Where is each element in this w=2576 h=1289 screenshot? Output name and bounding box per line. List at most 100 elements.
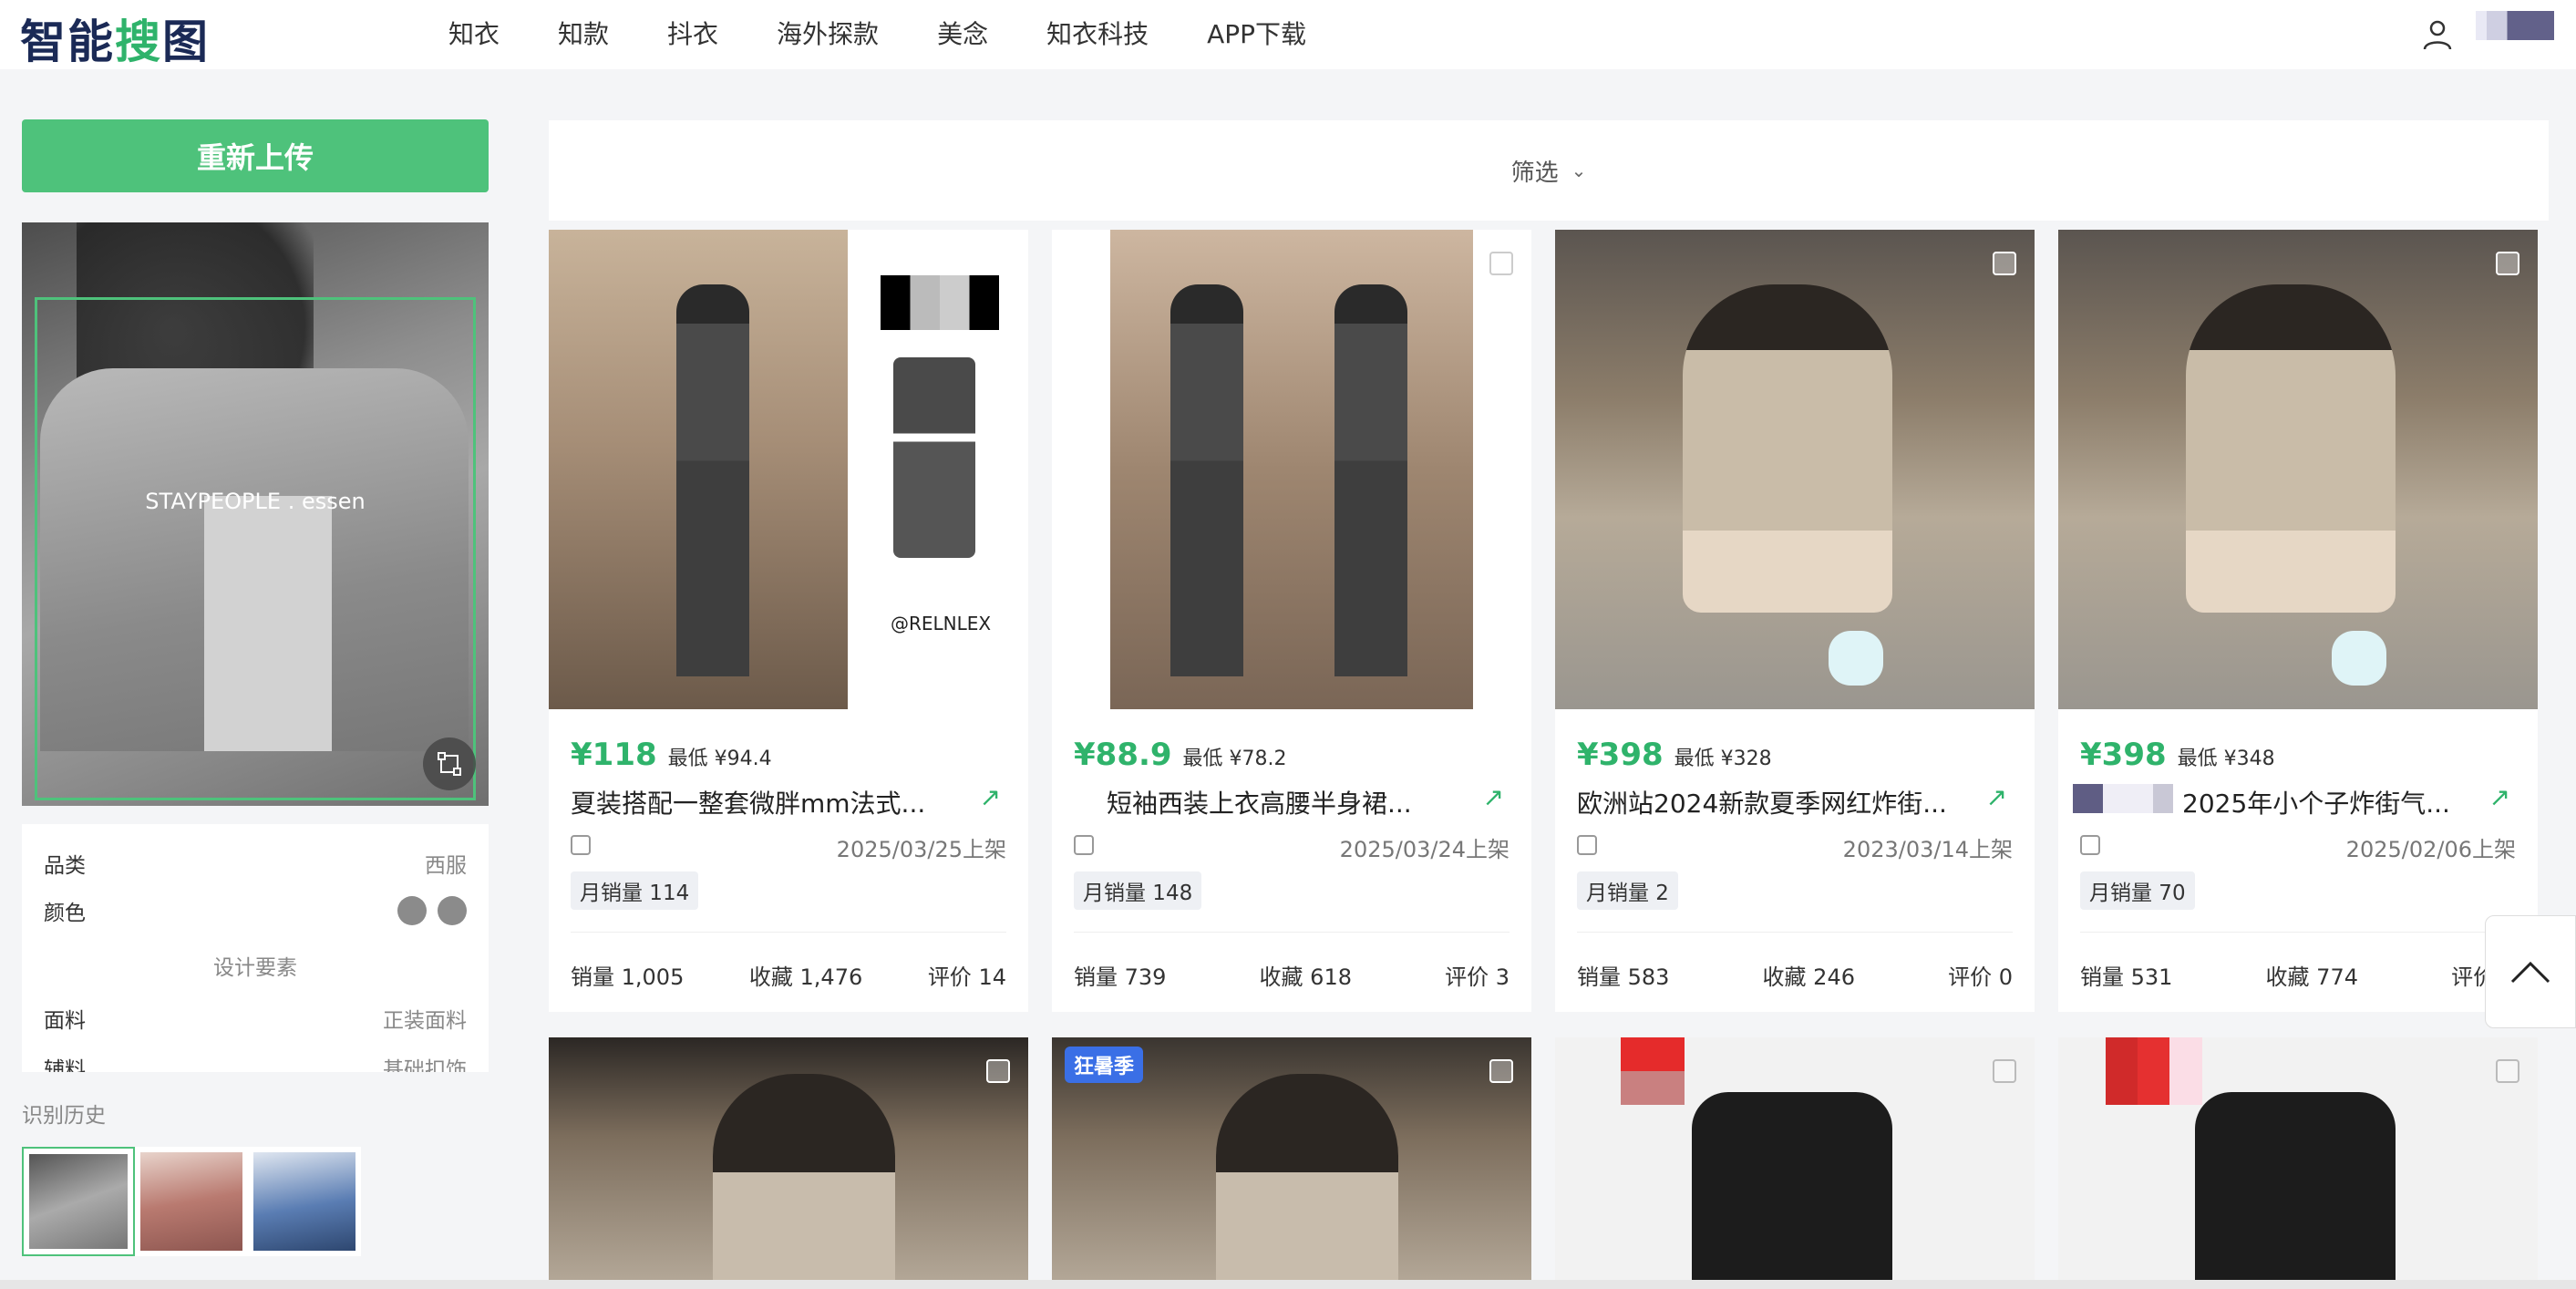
nav-item-zhiyi-tech[interactable]: 知衣科技	[1046, 15, 1149, 51]
shop-icon[interactable]	[2080, 835, 2100, 855]
review-count: 评价 3	[1445, 964, 1510, 990]
divider	[2080, 932, 2516, 933]
seller-tag	[2073, 784, 2173, 813]
promo-badge: 狂暑季	[1065, 1047, 1144, 1083]
horizontal-scrollbar[interactable]	[0, 1280, 2576, 1289]
attr-category-label: 品类	[44, 854, 86, 878]
sales-count: 销量 531	[2080, 964, 2173, 990]
price: ¥398	[2080, 737, 2167, 773]
product-card[interactable]	[2058, 1037, 2538, 1284]
product-card[interactable]: 狂暑季	[1052, 1037, 1531, 1284]
favorites-count: 收藏 1,476	[748, 964, 863, 990]
product-card[interactable]: ¥398 最低 ¥328 欧洲站2024新款夏季网红炸街... ↗ 2023/0…	[1555, 230, 2035, 1012]
attr-color-label: 颜色	[44, 902, 86, 925]
logo[interactable]: 智能搜图	[20, 5, 210, 71]
main-nav: 知衣 知款 抖衣 海外探款 美念 知衣科技 APP下载	[448, 15, 1306, 51]
lowest-price: 最低 ¥328	[1674, 748, 1772, 770]
shop-icon[interactable]	[1577, 835, 1597, 855]
monthly-sales-badge: 月销量 114	[571, 871, 699, 910]
image-watermark: STAYPEOPLE . essen	[145, 489, 366, 514]
favorites-count: 收藏 246	[1762, 964, 1855, 990]
color-swatch[interactable]	[438, 896, 467, 925]
listing-date: 2025/02/06上架	[2345, 837, 2516, 862]
review-count: 评价 14	[927, 964, 1006, 990]
history-title: 识别历史	[22, 1104, 106, 1128]
product-image[interactable]	[1052, 230, 1531, 709]
select-checkbox[interactable]	[986, 1059, 1010, 1083]
crop-icon[interactable]	[423, 737, 476, 790]
reupload-button[interactable]: 重新上传	[22, 119, 489, 192]
color-swatches	[397, 896, 467, 925]
product-card[interactable]: ¥398 最低 ¥348 2025年小个子炸街气... ↗ 2025/02/06…	[2058, 230, 2538, 1012]
divider	[1577, 932, 2013, 933]
attr-accessory: 辅料 基础扣饰	[44, 1052, 467, 1072]
external-link-icon[interactable]: ↗	[1483, 782, 1504, 812]
filter-bar[interactable]: 筛选 ⌄	[549, 120, 2549, 221]
select-checkbox[interactable]	[1489, 1059, 1513, 1083]
history-thumb[interactable]	[22, 1147, 135, 1256]
select-checkbox[interactable]	[1993, 252, 2016, 275]
product-overlay-text: @RELNLEX	[890, 613, 992, 634]
user-icon[interactable]	[2421, 18, 2454, 51]
chevron-up-icon[interactable]	[2509, 958, 2552, 985]
history-thumb[interactable]	[248, 1147, 361, 1256]
color-swatch[interactable]	[397, 896, 427, 925]
product-card[interactable]	[549, 1037, 1028, 1284]
attr-accessory-label: 辅料	[44, 1058, 86, 1072]
attr-color: 颜色	[44, 895, 467, 926]
stats-row: 销量 531 收藏 774 评价 1	[2080, 959, 2516, 991]
select-checkbox[interactable]	[2496, 1059, 2519, 1083]
filter-label[interactable]: 筛选	[1511, 154, 1559, 188]
shop-icon[interactable]	[1074, 835, 1094, 855]
shop-icon[interactable]	[571, 835, 591, 855]
monthly-sales-badge: 月销量 2	[1577, 871, 1678, 910]
top-bar: 智能搜图 知衣 知款 抖衣 海外探款 美念 知衣科技 APP下载	[0, 0, 2576, 69]
lowest-price: 最低 ¥348	[2177, 748, 2275, 770]
uploaded-image: STAYPEOPLE . essen	[22, 222, 489, 806]
chevron-down-icon[interactable]: ⌄	[1571, 160, 1587, 181]
product-title[interactable]: 短袖西装上衣高腰半身裙...	[1107, 784, 1489, 820]
avatar[interactable]	[2476, 11, 2554, 40]
listing-date: 2023/03/14上架	[1842, 837, 2013, 862]
product-title[interactable]: 欧洲站2024新款夏季网红炸街...	[1577, 784, 1960, 820]
nav-item-meinian[interactable]: 美念	[937, 15, 988, 51]
select-checkbox[interactable]	[2496, 252, 2519, 275]
product-image[interactable]	[1555, 230, 2035, 709]
price: ¥88.9	[1074, 737, 1172, 773]
stats-row: 销量 739 收藏 618 评价 3	[1074, 959, 1510, 991]
monthly-sales-badge: 月销量 70	[2080, 871, 2195, 910]
back-to-top-button[interactable]	[2485, 915, 2576, 1028]
nav-item-zhikuan[interactable]: 知款	[558, 15, 609, 51]
select-checkbox[interactable]	[1489, 252, 1513, 275]
stats-row: 销量 583 收藏 246 评价 0	[1577, 959, 2013, 991]
product-card[interactable]: ¥88.9 最低 ¥78.2 短袖西装上衣高腰半身裙... ↗ 2025/03/…	[1052, 230, 1531, 1012]
product-title[interactable]: 2025年小个子炸街气...	[2182, 784, 2483, 820]
nav-item-overseas[interactable]: 海外探款	[777, 15, 879, 51]
select-checkbox[interactable]	[986, 252, 1010, 275]
price-line: ¥398 最低 ¥348	[2080, 737, 2275, 773]
lowest-price: 最低 ¥78.2	[1182, 748, 1287, 770]
sales-count: 销量 583	[1577, 964, 1670, 990]
external-link-icon[interactable]: ↗	[1986, 782, 2007, 812]
price: ¥118	[571, 737, 657, 773]
price-line: ¥398 最低 ¥328	[1577, 737, 1772, 773]
product-image[interactable]	[2058, 230, 2538, 709]
listing-date: 2025/03/25上架	[836, 837, 1006, 862]
product-card[interactable]: @RELNLEX ¥118 最低 ¥94.4 夏装搭配一整套微胖mm法式... …	[549, 230, 1028, 1012]
nav-item-app-download[interactable]: APP下载	[1207, 15, 1306, 51]
product-card[interactable]	[1555, 1037, 2035, 1284]
external-link-icon[interactable]: ↗	[980, 782, 1001, 812]
select-checkbox[interactable]	[1993, 1059, 2016, 1083]
divider	[571, 932, 1006, 933]
history-thumb[interactable]	[135, 1147, 248, 1256]
nav-item-zhiyi[interactable]: 知衣	[448, 15, 500, 51]
price-line: ¥118 最低 ¥94.4	[571, 737, 772, 773]
review-count: 评价 0	[1948, 964, 2013, 990]
attr-category-value: 西服	[425, 854, 467, 878]
product-title[interactable]: 夏装搭配一整套微胖mm法式...	[571, 784, 953, 820]
attribute-panel: 品类 西服 颜色 设计要素 面料 正装面料 辅料 基础扣饰	[22, 824, 489, 1072]
external-link-icon[interactable]: ↗	[2489, 782, 2510, 812]
nav-item-douyi[interactable]: 抖衣	[667, 15, 718, 51]
product-image[interactable]: @RELNLEX	[549, 230, 1028, 709]
selection-box[interactable]	[35, 297, 476, 800]
